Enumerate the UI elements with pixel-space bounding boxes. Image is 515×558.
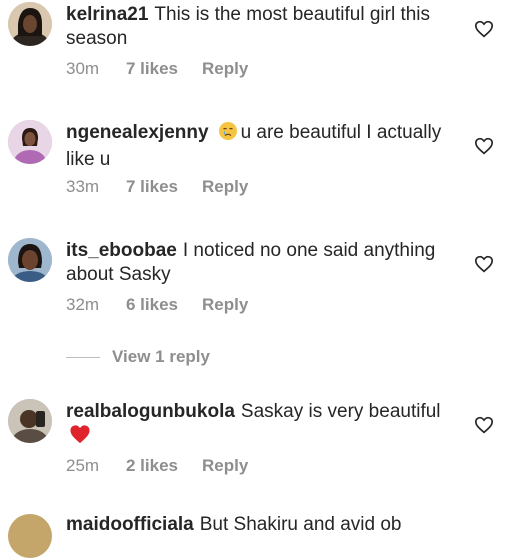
- comment-meta: 33m 7 likes Reply: [66, 177, 248, 197]
- likes-count[interactable]: 2 likes: [126, 456, 202, 476]
- username[interactable]: kelrina21: [66, 4, 148, 25]
- comment-text-block: its_eboobae I noticed no one said anythin…: [66, 239, 446, 287]
- timestamp: 30m: [66, 59, 100, 78]
- username[interactable]: realbalogunbukola: [66, 401, 235, 422]
- likes-count[interactable]: 7 likes: [126, 177, 202, 197]
- username[interactable]: ngenealexjenny: [66, 122, 209, 143]
- reply-button[interactable]: Reply: [202, 59, 248, 79]
- comment-text-block: realbalogunbukola Saskay is very beautifu…: [66, 400, 446, 451]
- red-heart-emoji: [69, 424, 91, 451]
- avatar[interactable]: [8, 514, 52, 558]
- comment-text-block: ngenealexjenny u are beautiful I actuall…: [66, 121, 446, 172]
- view-replies-label[interactable]: View 1 reply: [112, 347, 210, 367]
- comment-meta: 30m 7 likes Reply: [66, 59, 248, 79]
- avatar[interactable]: [8, 120, 52, 164]
- reply-button[interactable]: Reply: [202, 177, 248, 197]
- likes-count[interactable]: 6 likes: [126, 295, 202, 315]
- reply-button[interactable]: Reply: [202, 295, 248, 315]
- reply-button[interactable]: Reply: [202, 456, 248, 476]
- timestamp: 33m: [66, 177, 100, 196]
- comment-text-block: maidoofficiala But Shakiru and avid ob: [66, 513, 446, 537]
- comment-meta: 25m 2 likes Reply: [66, 456, 248, 476]
- likes-count[interactable]: 7 likes: [126, 59, 202, 79]
- replies-divider: [66, 356, 100, 358]
- comment-text: Saskay is very beautiful: [240, 401, 441, 422]
- avatar[interactable]: [8, 2, 52, 46]
- username[interactable]: its_eboobae: [66, 240, 177, 261]
- timestamp: 32m: [66, 295, 100, 314]
- view-replies-button[interactable]: View 1 reply: [66, 345, 210, 369]
- timestamp: 25m: [66, 456, 100, 475]
- avatar[interactable]: [8, 238, 52, 282]
- heart-outline-icon[interactable]: [474, 20, 494, 38]
- crying-face-emoji: [218, 121, 238, 148]
- comment-text: But Shakiru and avid ob: [199, 514, 402, 535]
- comment-text-block: kelrina21 This is the most beautiful girl…: [66, 3, 446, 51]
- avatar[interactable]: [8, 399, 52, 443]
- heart-outline-icon[interactable]: [474, 137, 494, 155]
- heart-outline-icon[interactable]: [474, 255, 494, 273]
- heart-outline-icon[interactable]: [474, 416, 494, 434]
- username[interactable]: maidoofficiala: [66, 514, 194, 535]
- comment-meta: 32m 6 likes Reply: [66, 295, 248, 315]
